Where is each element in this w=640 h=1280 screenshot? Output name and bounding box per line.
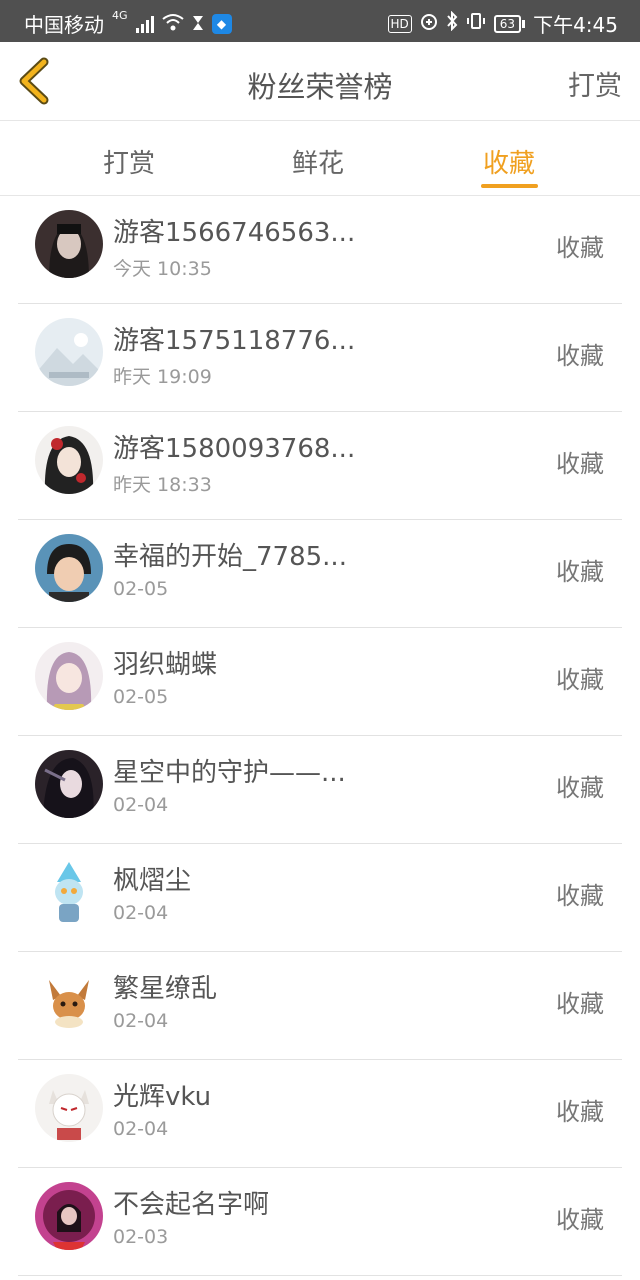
signal-icon	[135, 15, 154, 33]
carrier-label: 中国移动	[24, 13, 104, 37]
timestamp: 02-04	[113, 1118, 169, 1140]
battery-icon: 63	[493, 14, 526, 33]
timestamp: 02-04	[113, 902, 169, 924]
data-saver-icon	[420, 12, 438, 36]
battery-level: 63	[493, 14, 522, 33]
list-item[interactable]: 游客1575118776... 昨天 19:09 收藏	[18, 304, 622, 412]
reward-button[interactable]: 打赏	[568, 64, 622, 103]
user-name: 游客1575118776...	[113, 326, 356, 356]
user-name: 星空中的守护——...	[113, 758, 346, 788]
user-name: 幸福的开始_7785...	[113, 542, 347, 572]
action-label: 收藏	[556, 342, 604, 370]
network-type: 4G	[112, 9, 128, 22]
clock: 下午4:45	[533, 13, 618, 37]
action-label: 收藏	[556, 234, 604, 262]
list-item[interactable]: 游客1580093768... 昨天 18:33 收藏	[18, 412, 622, 520]
wifi-icon	[161, 12, 184, 36]
user-name: 繁星缭乱	[113, 974, 218, 1004]
active-tab-indicator	[481, 184, 538, 188]
timestamp: 02-04	[113, 794, 169, 816]
avatar	[35, 642, 103, 710]
action-label: 收藏	[556, 774, 604, 802]
user-name: 枫熠尘	[113, 866, 192, 896]
vibrate-icon	[466, 11, 486, 36]
tab-reward[interactable]: 打赏	[103, 143, 155, 180]
timestamp: 今天 10:35	[113, 258, 212, 280]
avatar	[35, 966, 103, 1034]
avatar	[35, 1182, 103, 1250]
hourglass-icon	[192, 12, 204, 36]
fan-list: 游客1566746563... 今天 10:35 收藏 游客1575118776…	[18, 196, 622, 1276]
timestamp: 昨天 18:33	[113, 474, 212, 496]
user-name: 光辉vku	[113, 1082, 212, 1112]
user-name: 游客1580093768...	[113, 434, 356, 464]
timestamp: 02-05	[113, 686, 169, 708]
avatar	[35, 210, 103, 278]
user-name: 游客1566746563...	[113, 218, 356, 248]
list-item[interactable]: 枫熠尘 02-04 收藏	[18, 844, 622, 952]
user-name: 不会起名字啊	[113, 1190, 270, 1220]
list-item[interactable]: 光辉vku 02-04 收藏	[18, 1060, 622, 1168]
shield-icon: ◆	[211, 13, 232, 34]
bluetooth-icon	[446, 10, 458, 36]
tab-flowers[interactable]: 鲜花	[292, 143, 344, 180]
page-title: 粉丝荣誉榜	[247, 70, 393, 104]
hd-icon: HD	[387, 14, 412, 33]
action-label: 收藏	[556, 990, 604, 1018]
header: 粉丝荣誉榜 打赏	[0, 42, 640, 121]
user-name: 羽织蝴蝶	[113, 650, 218, 680]
timestamp: 02-03	[113, 1226, 169, 1248]
action-label: 收藏	[556, 882, 604, 910]
action-label: 收藏	[556, 1098, 604, 1126]
action-label: 收藏	[556, 450, 604, 478]
timestamp: 昨天 19:09	[113, 366, 212, 388]
list-item[interactable]: 羽织蝴蝶 02-05 收藏	[18, 628, 622, 736]
list-item[interactable]: 幸福的开始_7785... 02-05 收藏	[18, 520, 622, 628]
avatar	[35, 426, 103, 494]
timestamp: 02-05	[113, 578, 169, 600]
tab-bar: 打赏 鲜花 收藏	[0, 121, 640, 196]
timestamp: 02-04	[113, 1010, 169, 1032]
avatar	[35, 750, 103, 818]
action-label: 收藏	[556, 1206, 604, 1234]
avatar	[35, 534, 103, 602]
list-item[interactable]: 游客1566746563... 今天 10:35 收藏	[18, 196, 622, 304]
avatar	[35, 858, 103, 926]
list-item[interactable]: 繁星缭乱 02-04 收藏	[18, 952, 622, 1060]
list-item[interactable]: 不会起名字啊 02-03 收藏	[18, 1168, 622, 1276]
status-bar: 中国移动 4G ◆ HD 63 下午4:45	[0, 0, 640, 42]
list-item[interactable]: 星空中的守护——... 02-04 收藏	[18, 736, 622, 844]
action-label: 收藏	[556, 666, 604, 694]
tab-favorites[interactable]: 收藏	[483, 143, 535, 180]
avatar	[35, 1074, 103, 1142]
avatar	[35, 318, 103, 386]
action-label: 收藏	[556, 558, 604, 586]
